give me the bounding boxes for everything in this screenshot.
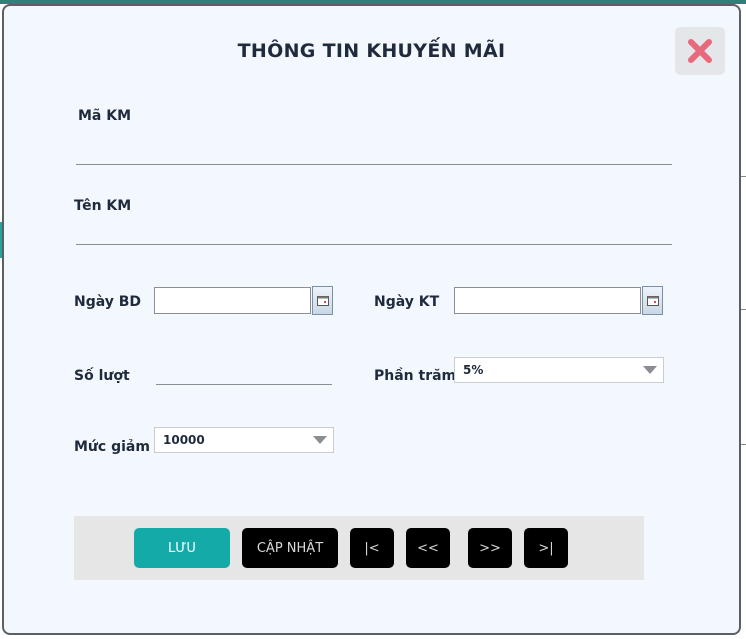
ngay-bd-calendar-button[interactable] (312, 286, 333, 315)
save-button[interactable]: LƯU (134, 528, 230, 568)
chevron-down-icon (643, 366, 657, 374)
phan-tram-label: Phần trăm (374, 368, 457, 384)
ma-km-label: Mã KM (78, 108, 132, 124)
promotion-dialog: THÔNG TIN KHUYẾN MÃI Mã KM Tên KM Ngày B… (2, 4, 741, 635)
close-button[interactable] (675, 27, 725, 75)
ngay-kt-calendar-button[interactable] (642, 286, 663, 315)
phan-tram-select[interactable]: 5% (454, 357, 664, 383)
last-record-button[interactable]: >| (524, 528, 568, 568)
update-button[interactable]: CẬP NHẬT (242, 528, 338, 568)
muc-giam-selected-value: 10000 (163, 433, 205, 447)
phan-tram-selected-value: 5% (463, 363, 484, 377)
calendar-icon (646, 295, 659, 306)
ngay-kt-input[interactable] (454, 287, 641, 314)
previous-record-button[interactable]: << (406, 528, 450, 568)
ngay-bd-datepicker (154, 286, 333, 315)
ngay-bd-input[interactable] (154, 287, 311, 314)
action-toolbar: LƯU CẬP NHẬT |< << >> >| (74, 516, 644, 580)
dialog-title: THÔNG TIN KHUYẾN MÃI (237, 40, 506, 62)
ten-km-input[interactable] (76, 221, 672, 245)
so-luot-input[interactable] (156, 362, 332, 385)
so-luot-label: Số lượt (74, 368, 130, 384)
ten-km-label: Tên KM (74, 198, 132, 214)
ngay-kt-datepicker (454, 286, 663, 315)
chevron-down-icon (313, 436, 327, 444)
ngay-bd-label: Ngày BD (74, 294, 142, 310)
ma-km-input[interactable] (76, 141, 672, 165)
first-record-button[interactable]: |< (350, 528, 394, 568)
muc-giam-label: Mức giảm (74, 439, 150, 455)
ngay-kt-label: Ngày KT (374, 294, 440, 310)
muc-giam-select[interactable]: 10000 (154, 427, 334, 453)
calendar-icon (316, 295, 329, 306)
next-record-button[interactable]: >> (468, 528, 512, 568)
close-x-icon (688, 39, 712, 63)
